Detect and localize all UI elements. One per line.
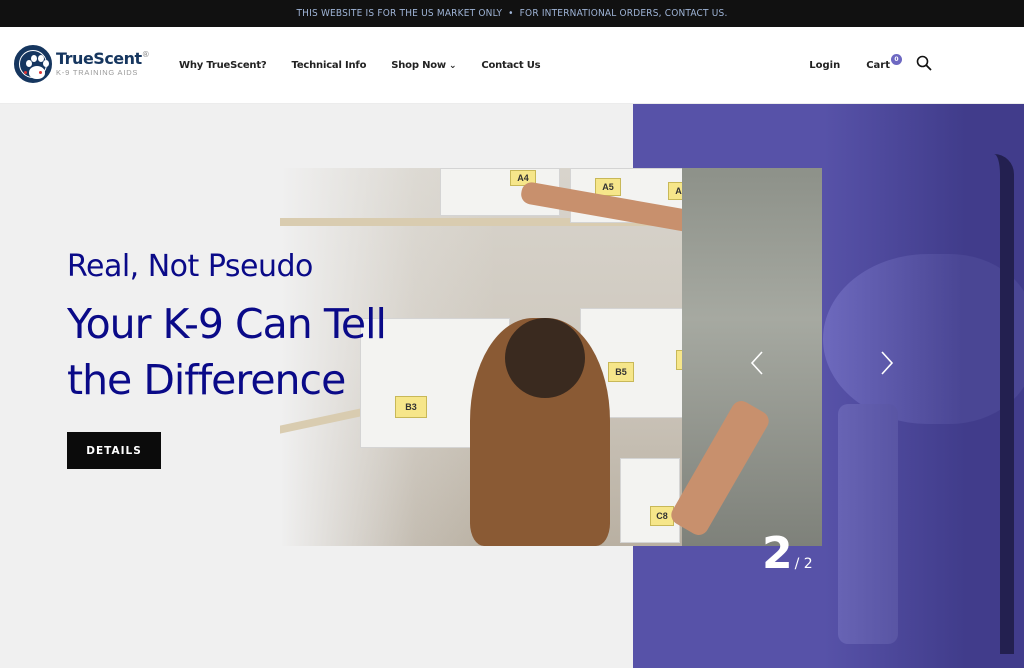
announcement-separator: •	[508, 8, 514, 19]
hero-copy: Real, Not Pseudo Your K-9 Can Tell the D…	[67, 249, 387, 469]
hero-title: Your K-9 Can Tell the Difference	[67, 296, 387, 408]
header-actions: Login Cart 0	[783, 27, 902, 104]
announcement-bar: THIS WEBSITE IS FOR THE US MARKET ONLY •…	[0, 0, 1024, 27]
paw-icon	[14, 45, 52, 83]
bin-label: B3	[395, 396, 427, 418]
main-nav: Why TrueScent? Technical Info Shop Now ⌄ …	[179, 27, 565, 104]
brand-name: TrueScent®	[56, 49, 150, 69]
nav-contact-us[interactable]: Contact Us	[481, 60, 540, 71]
bin	[620, 458, 680, 543]
chevron-down-icon: ⌄	[448, 61, 457, 71]
cart-count-badge: 0	[891, 54, 902, 65]
brand-tagline: K-9 TRAINING AIDS	[56, 68, 139, 78]
announcement-international[interactable]: FOR INTERNATIONAL ORDERS, CONTACT US.	[520, 8, 728, 19]
details-button[interactable]: DETAILS	[67, 432, 161, 469]
search-icon[interactable]	[916, 55, 932, 71]
nav-why-truescent[interactable]: Why TrueScent?	[179, 60, 267, 71]
hero-title-line-2: the Difference	[67, 356, 346, 404]
slide-current: 2	[762, 528, 793, 579]
hero-slider: A4 A5 A6 B3 B5 B6 C8 Real, Not Pseudo Yo…	[0, 104, 1024, 668]
bin-label: B5	[608, 362, 634, 382]
login-link[interactable]: Login	[809, 60, 840, 71]
cart-link[interactable]: Cart 0	[866, 54, 902, 71]
hero-subtitle: Real, Not Pseudo	[67, 249, 313, 284]
nav-shop-now[interactable]: Shop Now ⌄	[391, 60, 456, 71]
announcement-us-only: THIS WEBSITE IS FOR THE US MARKET ONLY	[296, 8, 503, 19]
chevron-left-icon[interactable]	[748, 350, 766, 376]
nav-technical-info[interactable]: Technical Info	[292, 60, 367, 71]
slide-total: / 2	[794, 556, 813, 572]
hero-title-line-1: Your K-9 Can Tell	[67, 300, 387, 348]
slide-counter: 2/ 2	[762, 528, 813, 579]
k9-dog-head	[505, 318, 585, 398]
chevron-right-icon[interactable]	[878, 350, 896, 376]
logo-link[interactable]: TrueScent® K-9 TRAINING AIDS	[14, 45, 150, 83]
site-header: TrueScent® K-9 TRAINING AIDS Why TrueSce…	[0, 27, 1024, 104]
background-bench-image	[974, 154, 1014, 654]
